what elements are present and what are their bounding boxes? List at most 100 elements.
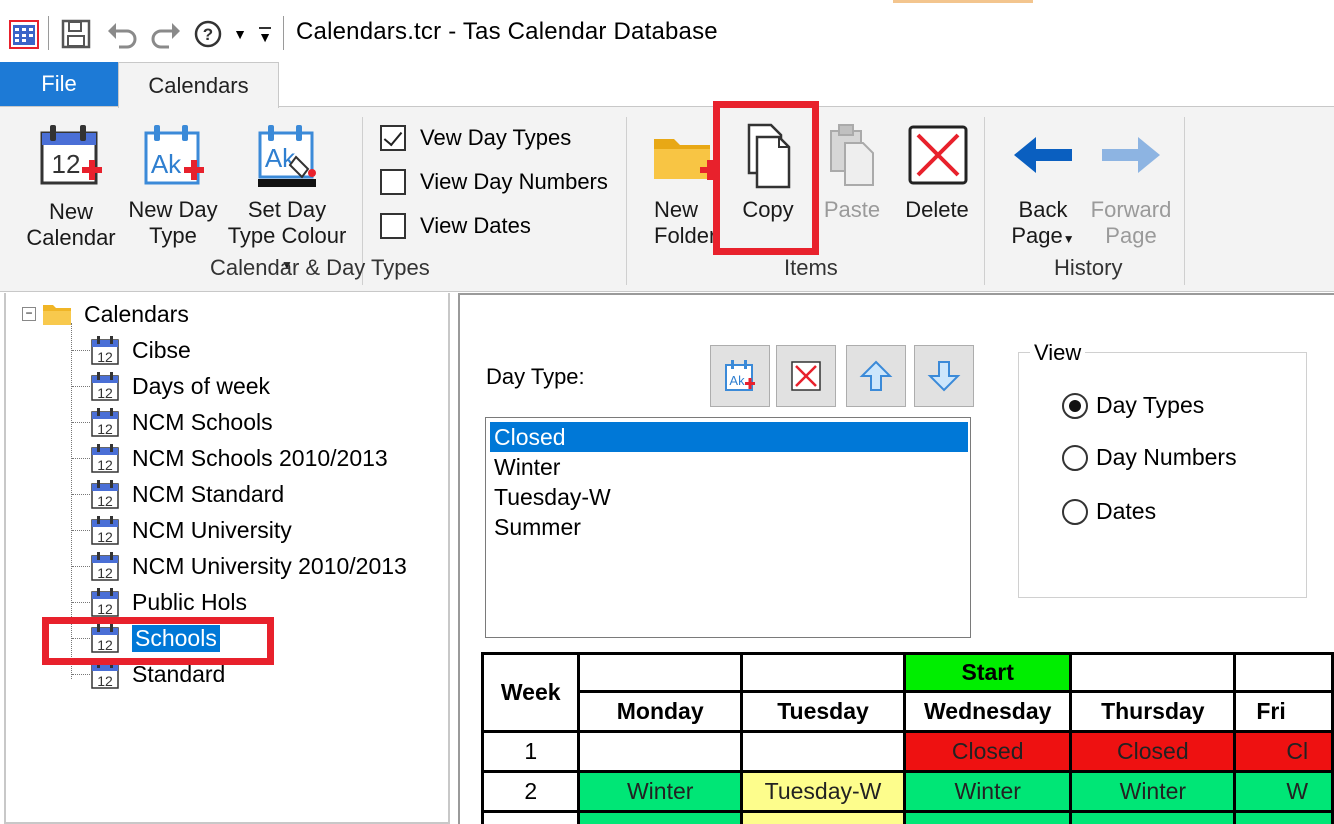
new-day-type-button[interactable]: Ak New Day Type [124, 121, 222, 249]
day-cell[interactable]: Winter [577, 770, 743, 813]
calendar-icon: 12 [91, 552, 119, 581]
day-cell[interactable] [1233, 810, 1334, 824]
view-dates-checkbox[interactable]: View Dates [380, 213, 531, 239]
day-cell[interactable]: Closed [903, 730, 1073, 773]
tree-item-label: Public Hols [132, 588, 248, 615]
day-cell[interactable]: Tuesday-W [739, 770, 907, 813]
redo-icon[interactable] [148, 14, 184, 54]
day-cell[interactable]: Winter [903, 770, 1073, 813]
radio-label: Dates [1096, 498, 1157, 524]
tab-calendars[interactable]: Calendars [118, 62, 279, 108]
forward-page-button[interactable]: Forward Page [1086, 121, 1176, 249]
svg-text:12: 12 [97, 529, 113, 545]
qa-separator [48, 16, 49, 50]
tree-item[interactable]: 12 NCM University 2010/2013 [72, 549, 407, 583]
tree-item[interactable]: 12 Public Hols [72, 585, 247, 619]
tree-item-label: NCM Standard [132, 480, 285, 507]
new-folder-icon [654, 139, 720, 180]
collapse-icon[interactable]: − [22, 307, 36, 321]
list-item[interactable]: Closed [490, 422, 968, 452]
tree-connector [72, 529, 90, 531]
day-type-list[interactable]: Closed Winter Tuesday-W Summer [485, 417, 971, 638]
back-arrow-icon [1014, 137, 1072, 173]
tree-root[interactable]: − Calendars [22, 297, 189, 331]
delete-label: Delete [905, 197, 969, 222]
radio-day-types[interactable]: Day Types [1062, 392, 1204, 419]
day-cell[interactable] [903, 810, 1073, 824]
delete-button[interactable]: Delete [898, 121, 976, 223]
day-cell[interactable] [577, 730, 743, 773]
add-day-type-button[interactable]: Ak [710, 345, 770, 407]
list-item[interactable]: Tuesday-W [490, 482, 968, 512]
save-icon[interactable] [58, 14, 94, 54]
new-day-type-label: New Day Type [128, 197, 218, 248]
move-down-button[interactable] [914, 345, 974, 407]
back-page-label: Back Page▼ [1011, 197, 1075, 248]
tree-item[interactable]: 12 NCM Schools [72, 405, 273, 439]
customize-qa-icon[interactable]: ▼ [254, 14, 276, 54]
tree-connector [72, 673, 90, 675]
list-item[interactable]: Winter [490, 452, 968, 482]
day-cell[interactable] [739, 810, 907, 824]
new-folder-label: New Folder [654, 197, 717, 248]
move-up-button[interactable] [846, 345, 906, 407]
title-separator [283, 16, 284, 50]
tree-item[interactable]: 12 Cibse [72, 333, 191, 367]
undo-icon[interactable] [104, 14, 140, 54]
day-cell[interactable] [577, 810, 743, 824]
radio-circle[interactable] [1062, 498, 1088, 525]
copy-highlight-box [713, 101, 819, 255]
tree-item[interactable]: 12 NCM University [72, 513, 292, 547]
header-spacer [1233, 652, 1334, 693]
app-calendar-icon[interactable] [6, 14, 42, 54]
new-calendar-label: New Calendar [26, 199, 116, 250]
new-folder-button[interactable]: New Folder [646, 121, 720, 249]
ribbon: 12 New Calendar Ak New Day Type Ak Set D… [0, 101, 1334, 292]
view-dates-label: View Dates [420, 213, 531, 238]
tree-connector [72, 457, 90, 459]
day-cell[interactable]: Closed [1069, 730, 1237, 773]
tree-item[interactable]: 12 NCM Standard [72, 477, 284, 511]
add-day-type-icon: Ak [725, 360, 755, 391]
tree-connector [72, 493, 90, 495]
radio-day-numbers[interactable]: Day Numbers [1062, 444, 1237, 471]
svg-text:12: 12 [97, 457, 113, 473]
radio-circle[interactable] [1062, 444, 1088, 471]
help-icon[interactable]: ? [192, 14, 224, 54]
radio-dates[interactable]: Dates [1062, 498, 1156, 525]
tree-item[interactable]: 12 NCM Schools 2010/2013 [72, 441, 388, 475]
view-day-types-checkbox[interactable]: Vew Day Types [380, 125, 571, 151]
list-item[interactable]: Summer [490, 512, 968, 542]
header-spacer [739, 652, 907, 693]
paste-button[interactable]: Paste [816, 121, 888, 223]
week-number: 2 [480, 770, 581, 813]
new-day-type-icon: Ak [144, 125, 204, 185]
forward-page-label: Forward Page [1090, 197, 1172, 248]
back-page-button[interactable]: Back Page▼ [1004, 121, 1082, 252]
day-cell[interactable] [1069, 810, 1237, 824]
day-cell[interactable] [739, 730, 907, 773]
tree-root-label: Calendars [84, 300, 189, 327]
calendar-icon: 12 [91, 480, 119, 509]
remove-day-type-button[interactable] [776, 345, 836, 407]
day-cell[interactable]: Cl [1233, 730, 1334, 773]
day-header: Thursday [1069, 690, 1237, 733]
tab-file[interactable]: File [0, 62, 118, 106]
day-cell[interactable]: Winter [1069, 770, 1237, 813]
tree-item[interactable]: 12 Days of week [72, 369, 270, 403]
dropdown-arrow-icon[interactable]: ▼ [230, 14, 250, 54]
calendar-icon: 12 [91, 372, 119, 401]
checkbox-box[interactable] [380, 169, 406, 195]
day-cell[interactable]: W [1233, 770, 1334, 813]
svg-text:12: 12 [97, 565, 113, 581]
view-day-numbers-checkbox[interactable]: View Day Numbers [380, 169, 608, 195]
new-calendar-button[interactable]: 12 New Calendar [18, 121, 124, 251]
radio-circle[interactable] [1062, 392, 1088, 419]
week-number: 1 [480, 730, 581, 773]
calendar-icon: 12 [91, 444, 119, 473]
checkbox-box[interactable] [380, 213, 406, 239]
day-type-label: Day Type: [486, 364, 585, 389]
checkbox-box[interactable] [380, 125, 406, 151]
calendar-icon: 12 [91, 336, 119, 365]
group-label-items: Items [784, 255, 838, 280]
